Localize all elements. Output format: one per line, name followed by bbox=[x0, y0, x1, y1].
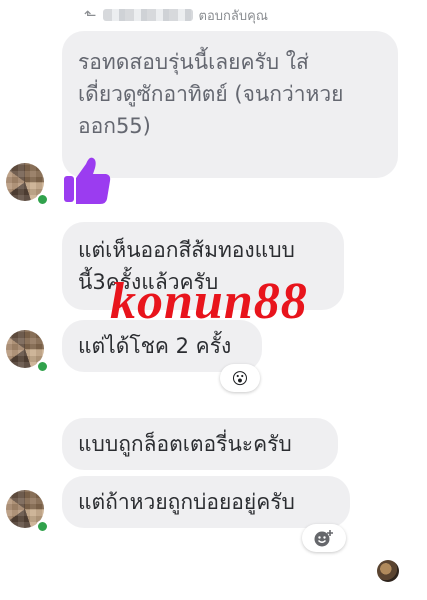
online-status-dot bbox=[36, 360, 49, 373]
message-bubble[interactable]: รอทดสอบรุ่นนี้เลยครับ ใส่ เดี่ยวดูซักอาท… bbox=[62, 31, 398, 178]
message-text: แต่ถ้าหวยถูกบ่อยอยู่ครับ bbox=[78, 490, 295, 514]
reply-header: ⬑ ตอบกลับคุณ bbox=[84, 4, 268, 26]
reply-arrow-icon: ⬑ bbox=[84, 6, 97, 24]
reply-label: ตอบกลับคุณ bbox=[198, 8, 268, 24]
seen-avatar bbox=[377, 560, 399, 582]
online-status-dot bbox=[36, 520, 49, 533]
add-reaction-button[interactable] bbox=[302, 524, 346, 552]
message-text: แบบถูกล็อตเตอรี่นะครับ bbox=[78, 432, 292, 456]
watermark-text: konun88 bbox=[110, 273, 308, 330]
thumbs-up-icon[interactable] bbox=[62, 154, 112, 206]
message-bubble[interactable]: แบบถูกล็อตเตอรี่นะครับ bbox=[62, 418, 338, 470]
online-status-dot bbox=[36, 193, 49, 206]
add-reaction-icon bbox=[314, 530, 333, 547]
blurred-name bbox=[102, 9, 193, 21]
message-text: รอทดสอบรุ่นนี้เลยครับ ใส่ เดี่ยวดูซักอาท… bbox=[78, 50, 344, 138]
astonished-face-icon: 😮 bbox=[231, 368, 249, 388]
message-bubble[interactable]: แต่ถ้าหวยถูกบ่อยอยู่ครับ bbox=[62, 476, 350, 528]
message-text: แต่ได้โชค 2 ครั้ง bbox=[78, 334, 232, 358]
reaction-badge[interactable]: 😮 bbox=[220, 364, 260, 392]
